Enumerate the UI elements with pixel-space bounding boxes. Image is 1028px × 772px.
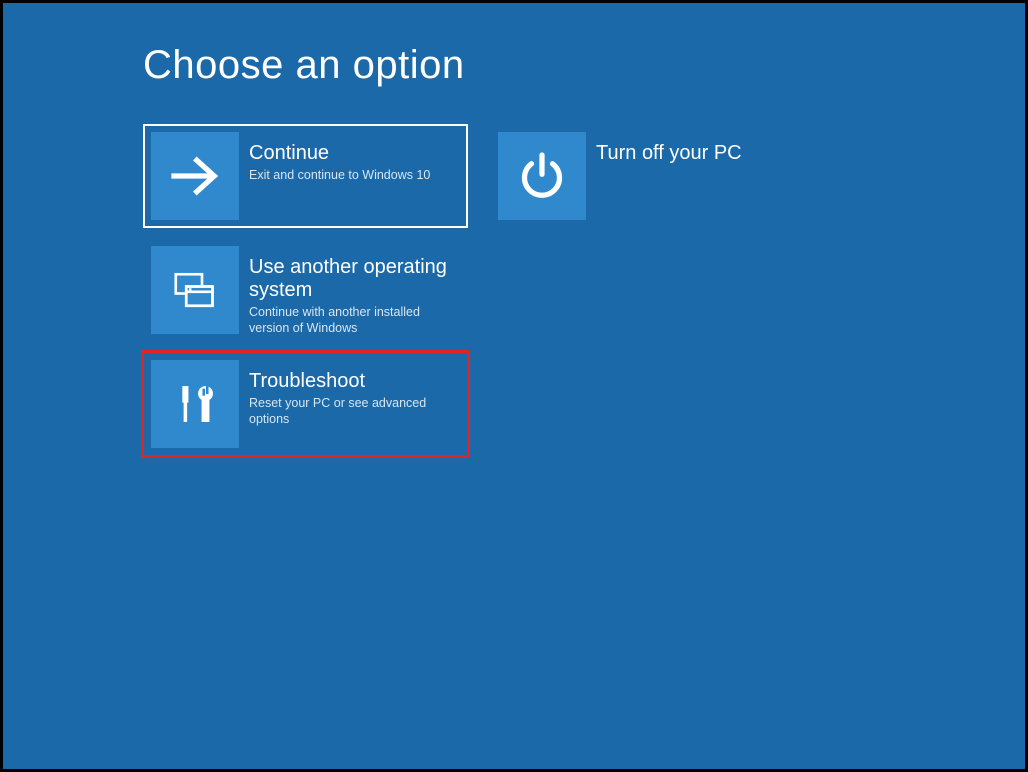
continue-subtitle: Exit and continue to Windows 10: [249, 167, 454, 183]
use-another-os-tile[interactable]: Use another operating system Continue wi…: [143, 238, 468, 342]
continue-title: Continue: [249, 142, 454, 165]
use-another-os-title: Use another operating system: [249, 256, 454, 302]
continue-tile[interactable]: Continue Exit and continue to Windows 10: [143, 124, 468, 228]
arrow-right-icon: [151, 132, 239, 220]
options-grid: Continue Exit and continue to Windows 10: [143, 124, 863, 456]
troubleshoot-title: Troubleshoot: [249, 370, 454, 393]
turn-off-tile[interactable]: Turn off your PC: [490, 124, 815, 228]
page-title: Choose an option: [143, 43, 1025, 88]
turn-off-title: Turn off your PC: [596, 142, 801, 165]
troubleshoot-subtitle: Reset your PC or see advanced options: [249, 395, 454, 428]
troubleshoot-tile[interactable]: Troubleshoot Reset your PC or see advanc…: [143, 352, 468, 456]
power-icon: [498, 132, 586, 220]
windows-stack-icon: [151, 246, 239, 334]
tools-icon: [151, 360, 239, 448]
use-another-os-subtitle: Continue with another installed version …: [249, 304, 454, 337]
